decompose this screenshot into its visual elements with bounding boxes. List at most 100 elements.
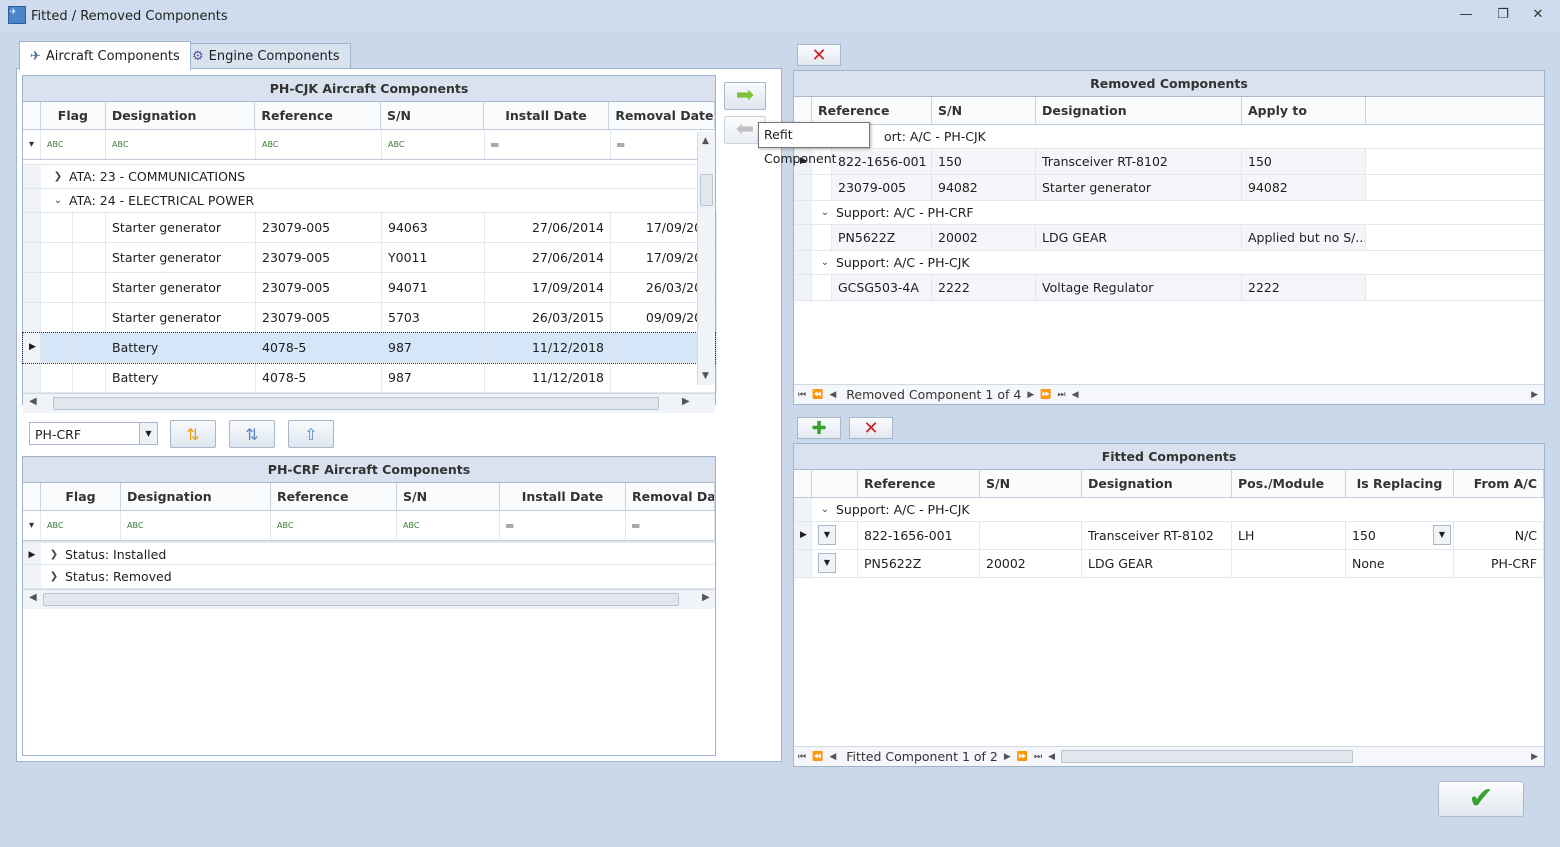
col-apply-to[interactable]: Apply to	[1242, 97, 1366, 124]
table-row[interactable]: Starter generator 23079-005 94071 17/09/201…	[23, 273, 717, 303]
chevron-down-icon[interactable]: ⌄	[818, 251, 832, 274]
col-from-ac[interactable]: From A/C	[1454, 470, 1544, 497]
table-row[interactable]: ▶ Battery 4078-5 987 11/12/2018	[22, 332, 717, 364]
chevron-down-icon[interactable]: ▼	[818, 525, 836, 545]
next-page-fast-icon[interactable]: ⏩	[1040, 390, 1051, 400]
group-row[interactable]: ⌄ Support: A/C - PH-CJK	[794, 251, 1544, 275]
group-row[interactable]: ❯ Status: Removed	[23, 565, 715, 589]
col-sn[interactable]: S/N	[381, 102, 484, 129]
col-removal-date[interactable]: Removal Date	[609, 102, 715, 129]
ok-button[interactable]: ✔	[1438, 781, 1524, 817]
chevron-down-icon[interactable]: ⌄	[818, 201, 832, 224]
col-designation[interactable]: Designation	[106, 102, 256, 129]
chevron-right-icon[interactable]: ❯	[47, 565, 61, 588]
filter-cell[interactable]: ABC	[121, 511, 271, 540]
close-icon[interactable]: ✕	[1528, 7, 1548, 25]
col-reference[interactable]: Reference	[812, 97, 932, 124]
filter-cell[interactable]: ABC	[382, 130, 485, 159]
last-page-icon[interactable]: ⏭	[1057, 390, 1065, 400]
cell-pos[interactable]	[1232, 550, 1346, 577]
cell-replacing[interactable]: 150 ▼	[1346, 522, 1454, 549]
cell-pos[interactable]: LH	[1232, 522, 1346, 549]
last-page-icon[interactable]: ⏭	[1034, 752, 1042, 762]
aircraft-select[interactable]: PH-CRF ▼	[29, 422, 158, 445]
filter-cell[interactable]: ABC	[41, 511, 121, 540]
filter-cell[interactable]: ═	[626, 511, 715, 540]
first-page-icon[interactable]: ⏮	[798, 752, 806, 762]
col-flag[interactable]: Flag	[41, 483, 121, 510]
col-install-date[interactable]: Install Date	[484, 102, 610, 129]
move-up-button[interactable]: ⇧	[288, 420, 334, 448]
prev-page-fast-icon[interactable]: ⏪	[812, 752, 823, 762]
col-reference[interactable]: Reference	[255, 102, 381, 129]
chevron-down-icon[interactable]: ▼	[818, 553, 836, 573]
horizontal-scrollbar[interactable]: ◀ ▶	[23, 393, 715, 413]
table-row[interactable]: Starter generator 23079-005 5703 26/03/2015…	[23, 303, 717, 333]
table-row[interactable]: ▶ ▼ 822-1656-001 Transceiver RT-8102 LH 150 ▼ N…	[794, 522, 1544, 550]
scroll-left-icon[interactable]: ◀	[1072, 390, 1079, 400]
row-dropdown[interactable]: ▼	[812, 550, 858, 577]
col-sn[interactable]: S/N	[932, 97, 1036, 124]
scroll-right-icon[interactable]: ▶	[1531, 752, 1538, 762]
col-reference[interactable]: Reference	[271, 483, 397, 510]
table-row[interactable]: GCSG503-4A 2222 Voltage Regulator 2222	[794, 275, 1544, 301]
chevron-down-icon[interactable]: ⌄	[818, 498, 832, 521]
prev-page-icon[interactable]: ◀	[829, 390, 836, 400]
swap-up-down-button[interactable]: ⇅	[170, 420, 216, 448]
filter-cell[interactable]: ABC	[271, 511, 397, 540]
prev-page-fast-icon[interactable]: ⏪	[812, 390, 823, 400]
filter-cell[interactable]: ABC	[256, 130, 382, 159]
filter-cell[interactable]: ABC	[397, 511, 500, 540]
table-row[interactable]: 23079-005 94082 Starter generator 94082	[794, 175, 1544, 201]
group-row[interactable]: ⌄ ATA: 24 - ELECTRICAL POWER	[23, 189, 715, 213]
col-designation[interactable]: Designation	[1036, 97, 1242, 124]
col-removal-date[interactable]: Removal Da	[626, 483, 715, 510]
col-is-replacing[interactable]: Is Replacing	[1346, 470, 1454, 497]
col-pos-module[interactable]: Pos./Module	[1232, 470, 1346, 497]
filter-cell[interactable]: ═	[611, 130, 701, 159]
table-row[interactable]: Starter generator 23079-005 Y0011 27/06/201…	[23, 243, 717, 273]
group-row[interactable]: ❯ ATA: 23 - COMMUNICATIONS	[23, 165, 715, 189]
row-dropdown[interactable]: ▼	[812, 522, 858, 549]
tab-engine-components[interactable]: ⚙ Engine Components	[181, 43, 351, 68]
col-designation[interactable]: Designation	[121, 483, 271, 510]
group-row[interactable]: ⌄ Support: A/C - PH-CRF	[794, 201, 1544, 225]
prev-page-icon[interactable]: ◀	[829, 752, 836, 762]
move-to-removed-button[interactable]: ➡	[724, 82, 766, 110]
next-page-fast-icon[interactable]: ⏩	[1017, 752, 1028, 762]
chevron-down-icon[interactable]: ⌄	[51, 189, 65, 212]
scroll-right-icon[interactable]: ▶	[1531, 390, 1538, 400]
vertical-scrollbar[interactable]: ▲ ▼	[697, 132, 715, 385]
move-up-down-button[interactable]: ⇅	[229, 420, 275, 448]
cell-replacing[interactable]: None	[1346, 550, 1454, 577]
first-page-icon[interactable]: ⏮	[798, 390, 806, 400]
table-row[interactable]: Starter generator 23079-005 94063 27/06/201…	[23, 213, 717, 243]
filter-cell[interactable]: ABC	[41, 130, 106, 159]
col-designation[interactable]: Designation	[1082, 470, 1232, 497]
col-reference[interactable]: Reference	[858, 470, 980, 497]
col-install-date[interactable]: Install Date	[500, 483, 626, 510]
filter-cell[interactable]: ═	[500, 511, 626, 540]
table-row[interactable]: ▼ PN5622Z 20002 LDG GEAR None PH-CRF	[794, 550, 1544, 578]
chevron-right-icon[interactable]: ❯	[51, 165, 65, 188]
group-row[interactable]: ▶ ❯ Status: Installed	[23, 541, 715, 565]
chevron-down-icon[interactable]: ▼	[139, 423, 157, 444]
scroll-left-icon[interactable]: ◀	[1048, 752, 1055, 762]
group-row[interactable]: ⌄ Support: A/C - PH-CJK	[794, 498, 1544, 522]
delete-fitted-button[interactable]: ✕	[849, 417, 893, 439]
maximize-icon[interactable]: ❐	[1493, 7, 1513, 25]
filter-cell[interactable]: ABC	[106, 130, 256, 159]
delete-removed-button[interactable]: ✕	[797, 44, 841, 66]
table-row[interactable]: PN5622Z 20002 LDG GEAR Applied but no S/...	[794, 225, 1544, 251]
col-sn[interactable]: S/N	[397, 483, 500, 510]
col-flag[interactable]: Flag	[41, 102, 106, 129]
col-sn[interactable]: S/N	[980, 470, 1082, 497]
chevron-right-icon[interactable]: ❯	[47, 543, 61, 564]
table-row[interactable]: ▶822-1656-001150Transceiver RT-8102150	[794, 149, 1544, 175]
chevron-down-icon[interactable]: ▼	[1433, 525, 1451, 545]
horizontal-scroll-thumb[interactable]	[1061, 750, 1354, 763]
next-page-icon[interactable]: ▶	[1027, 390, 1034, 400]
minimize-icon[interactable]: —	[1456, 7, 1476, 25]
filter-cell[interactable]: ═	[485, 130, 611, 159]
horizontal-scrollbar[interactable]: ◀ ▶	[23, 589, 715, 609]
